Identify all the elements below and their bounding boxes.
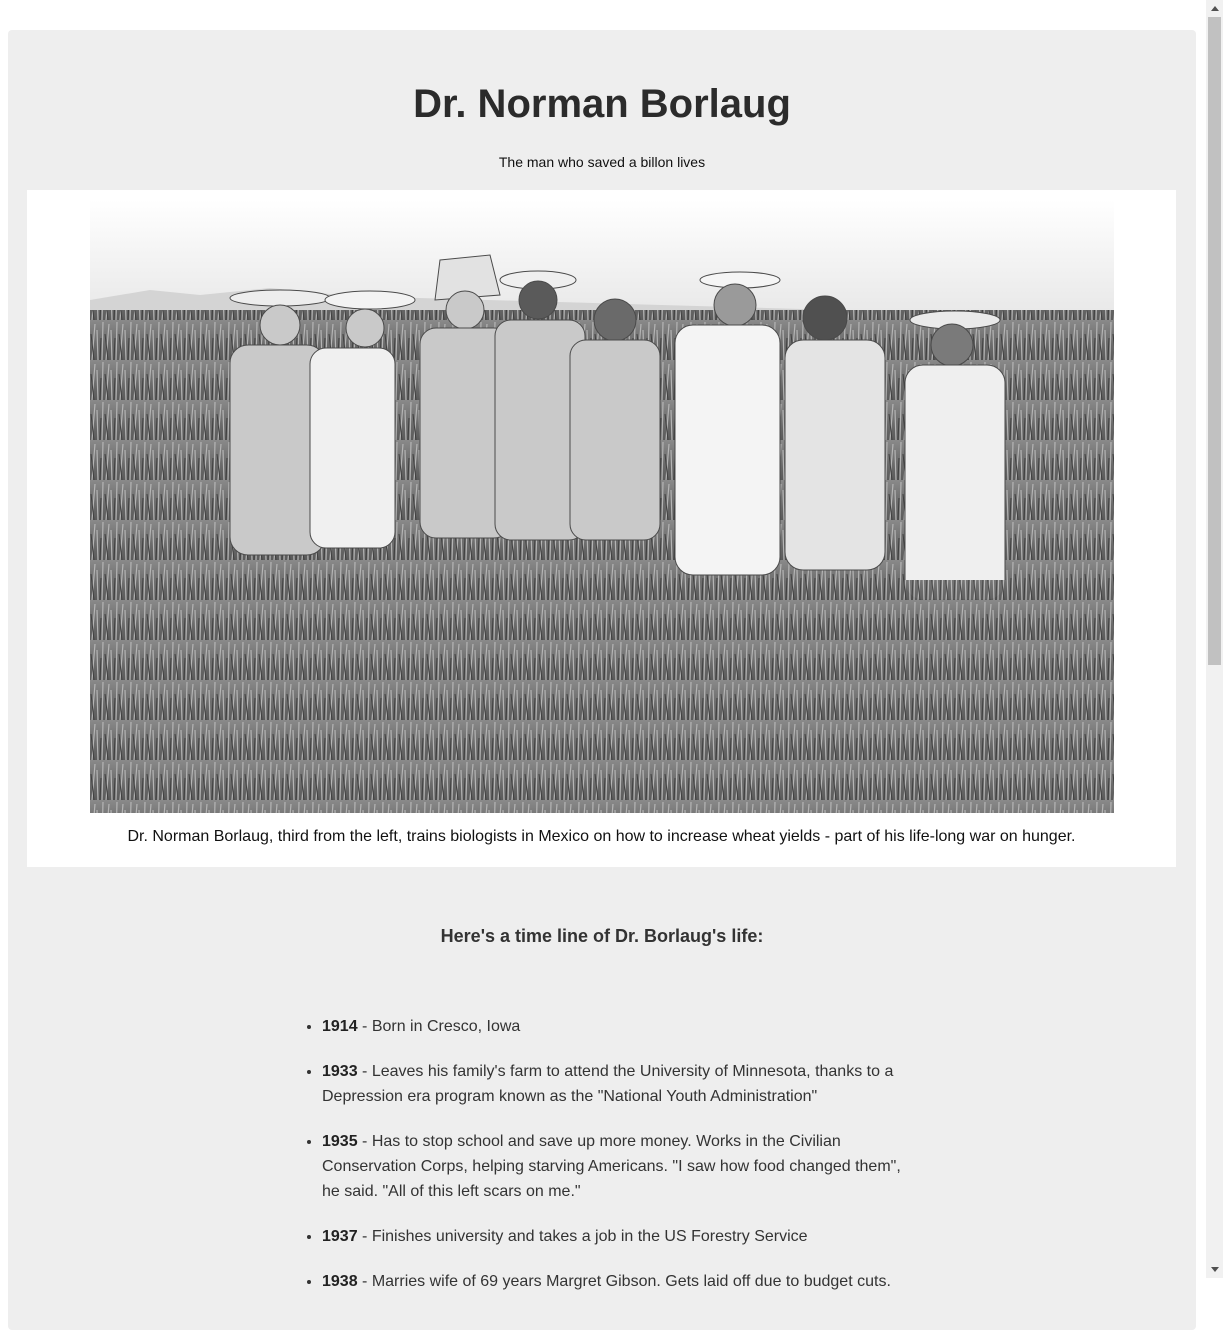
timeline-headline: Here's a time line of Dr. Borlaug's life…	[440, 926, 764, 946]
timeline-text: - Has to stop school and save up more mo…	[322, 1133, 901, 1200]
timeline-item: 1914 - Born in Cresco, Iowa	[322, 1014, 922, 1039]
image-panel: Dr. Norman Borlaug, third from the left,…	[27, 190, 1176, 867]
timeline-year: 1937	[322, 1228, 358, 1245]
timeline-list: 1914 - Born in Cresco, Iowa 1933 - Leave…	[304, 1014, 922, 1314]
timeline-text: - Finishes university and takes a job in…	[357, 1228, 808, 1245]
main-container: Dr. Norman Borlaug The man who saved a b…	[8, 30, 1196, 1330]
timeline-item: 1935 - Has to stop school and save up mo…	[322, 1129, 922, 1204]
timeline-item: 1933 - Leaves his family's farm to atten…	[322, 1059, 922, 1109]
scroll-up-arrow-icon[interactable]	[1206, 0, 1223, 17]
timeline-text: - Leaves his family's farm to attend the…	[322, 1063, 894, 1105]
timeline-year: 1933	[322, 1063, 358, 1080]
timeline-text: - Marries wife of 69 years Margret Gibso…	[357, 1273, 891, 1290]
timeline-item: 1937 - Finishes university and takes a j…	[322, 1224, 922, 1249]
timeline-item: 1938 - Marries wife of 69 years Margret …	[322, 1269, 922, 1294]
image-caption: Dr. Norman Borlaug, third from the left,…	[127, 828, 1076, 845]
scrollbar-thumb[interactable]	[1208, 17, 1221, 665]
vertical-scrollbar[interactable]	[1206, 0, 1223, 1278]
page-subtitle: The man who saved a billon lives	[498, 154, 706, 170]
page-title: Dr. Norman Borlaug	[413, 82, 791, 126]
timeline-year: 1914	[322, 1018, 358, 1035]
timeline-text: - Born in Cresco, Iowa	[357, 1018, 521, 1035]
borlaug-field-photo	[90, 200, 1114, 813]
scroll-down-arrow-icon[interactable]	[1206, 1261, 1223, 1278]
timeline-year: 1935	[322, 1133, 358, 1150]
timeline-year: 1938	[322, 1273, 358, 1290]
